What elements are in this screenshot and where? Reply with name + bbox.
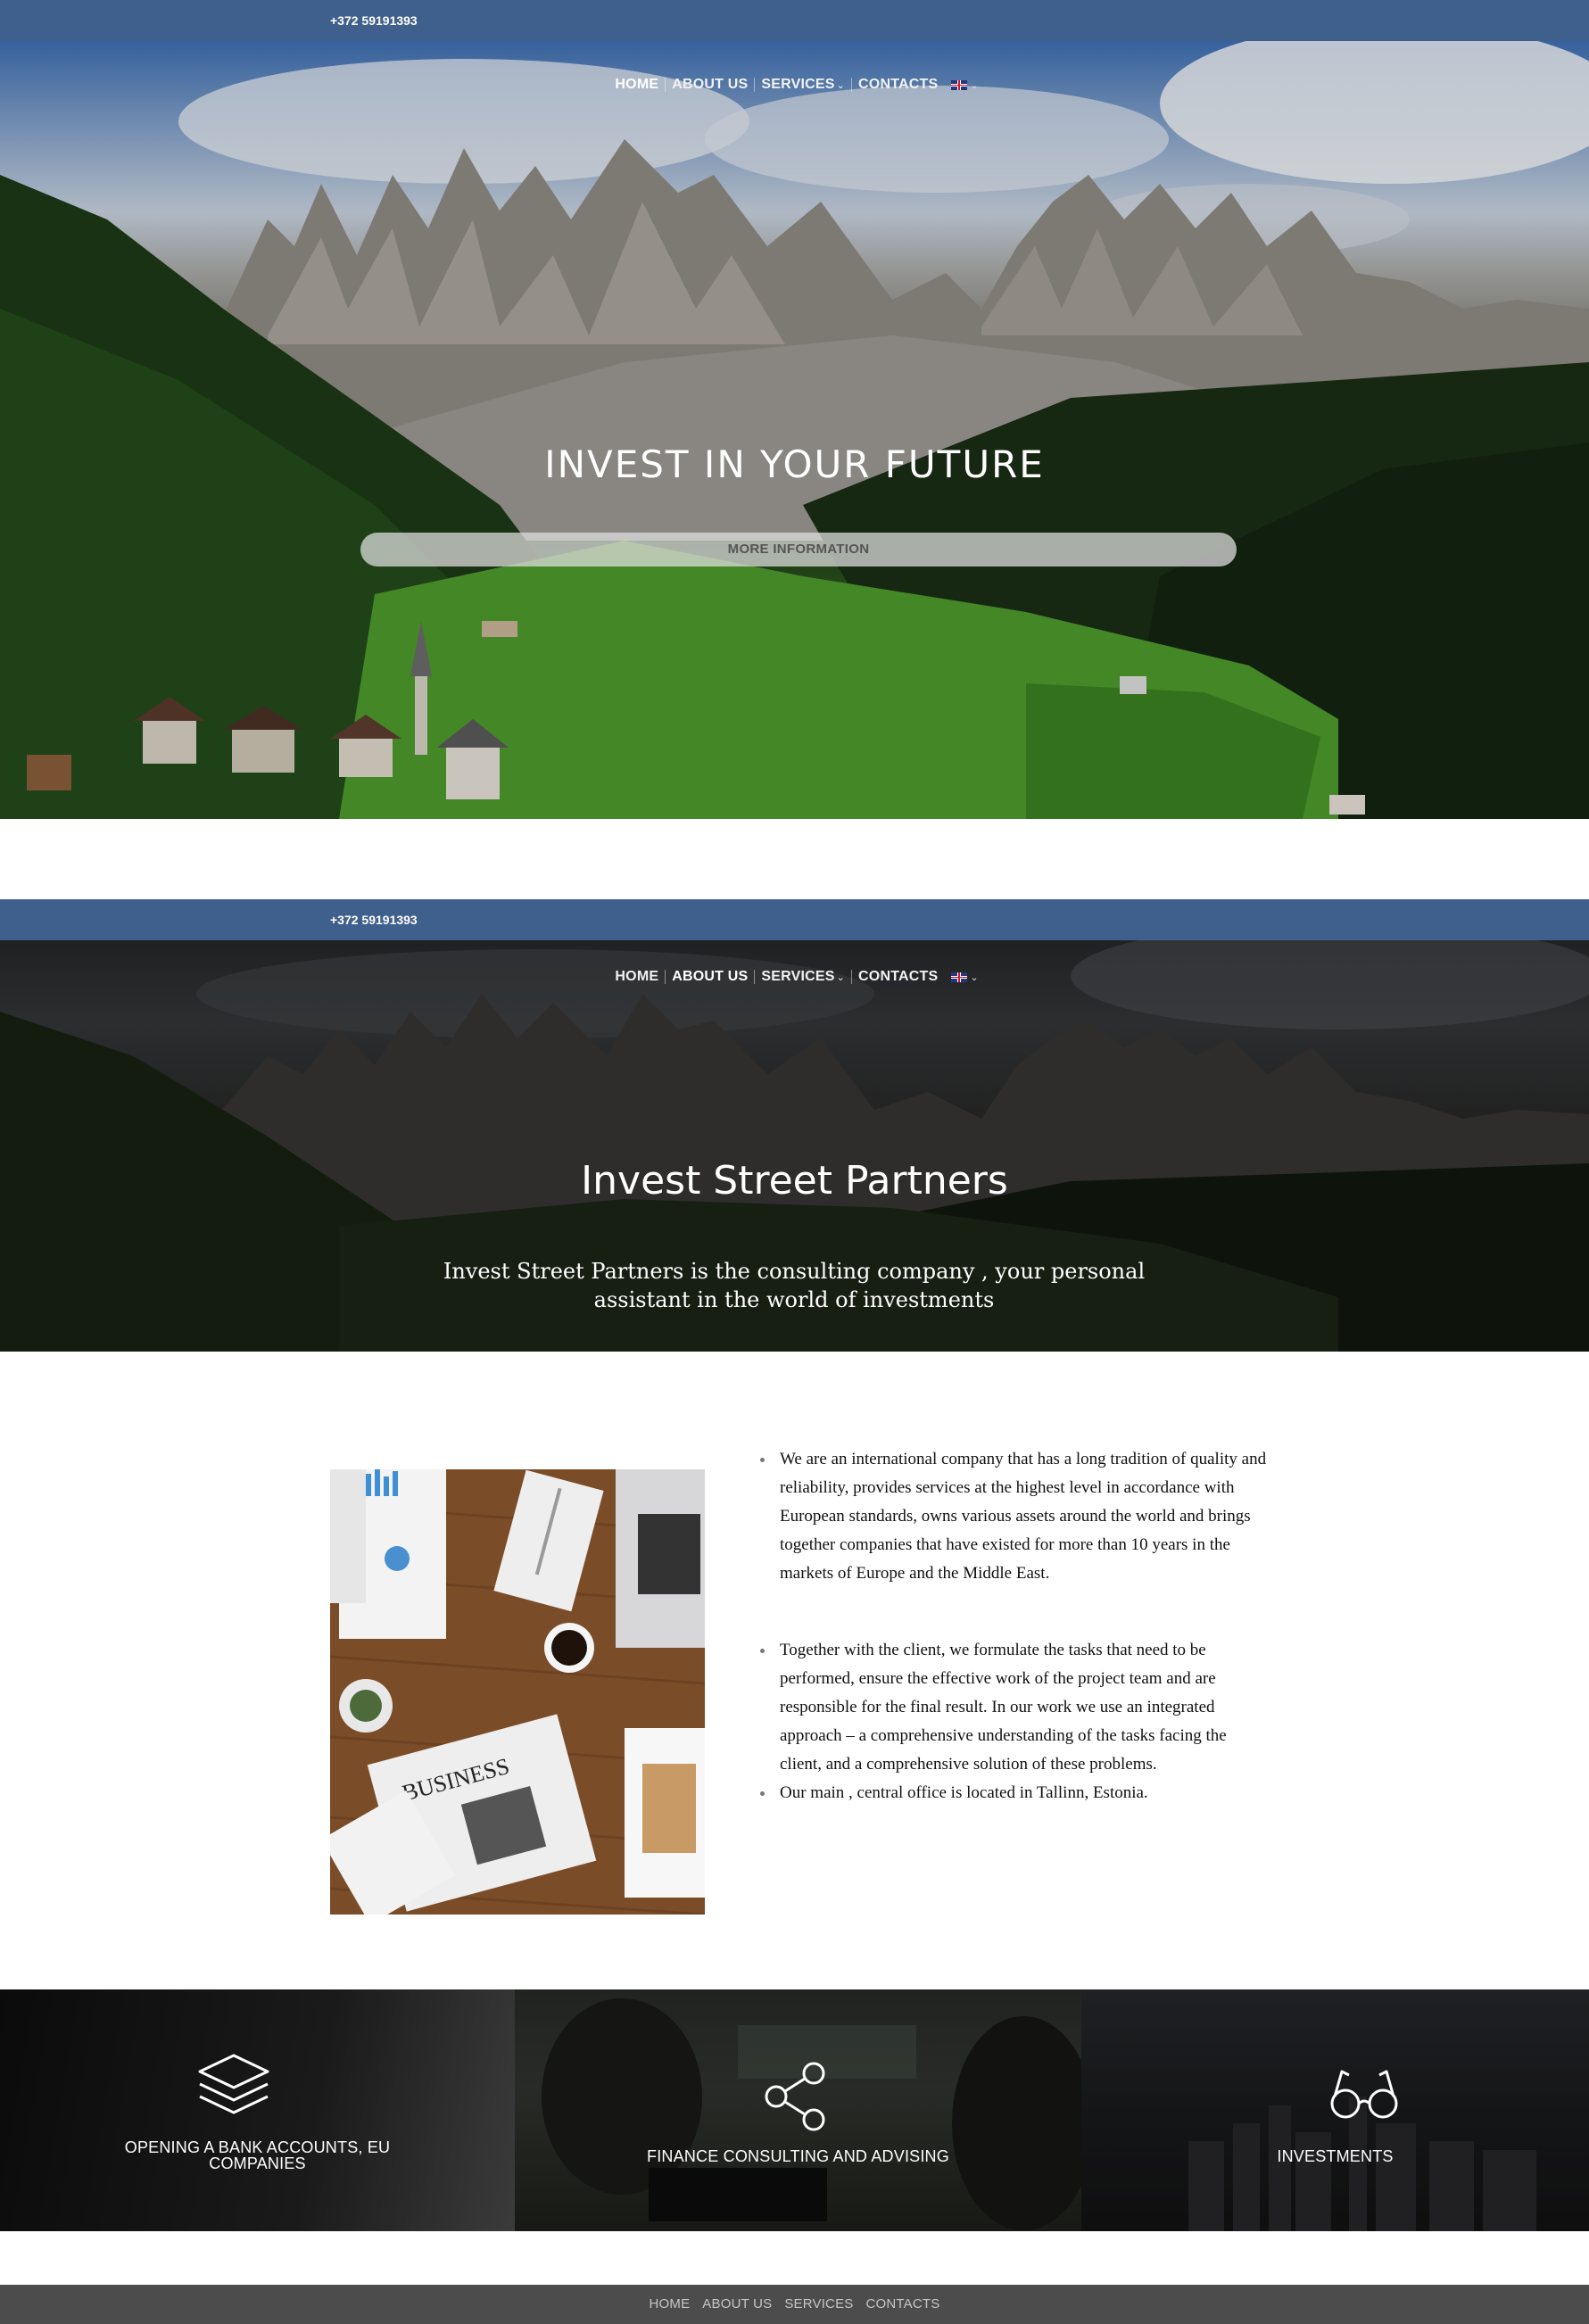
- main-nav: HOME ABOUT US SERVICES ⌄ CONTACTS ⌄: [0, 77, 1589, 103]
- chevron-down-icon: ⌄: [836, 80, 846, 91]
- nav-contacts[interactable]: CONTACTS: [858, 969, 938, 985]
- nav-services-label: SERVICES: [761, 77, 835, 92]
- company-tagline: Invest Street Partners is the consulting…: [443, 1259, 1146, 1312]
- service-card-bank-accounts[interactable]: OPENING A BANK ACCOUNTS, EU COMPANIES: [0, 1989, 515, 2231]
- nav-divider: [754, 970, 756, 984]
- footer-link-about-us[interactable]: ABOUT US: [702, 2296, 772, 2312]
- chevron-down-icon: ⌄: [836, 972, 846, 983]
- chevron-down-icon[interactable]: ⌄: [970, 972, 978, 983]
- business-desk-photo: BUSINESS: [330, 1469, 705, 1915]
- glasses-icon: [1330, 2070, 1398, 2119]
- uk-flag-icon[interactable]: [951, 79, 968, 90]
- nav-services[interactable]: SERVICES ⌄: [761, 969, 845, 985]
- nav-divider: [665, 970, 666, 984]
- company-title: Invest Street Partners: [581, 1158, 1008, 1203]
- service-label: INVESTMENTS: [1277, 2147, 1394, 2165]
- nav-about-us[interactable]: ABOUT US: [672, 969, 748, 985]
- footer-link-home[interactable]: HOME: [649, 2296, 690, 2312]
- service-label: FINANCE CONSULTING AND ADVISING: [647, 2147, 949, 2165]
- about-paragraph: We are an international company that has…: [758, 1445, 1271, 1588]
- footer-link-contacts[interactable]: CONTACTS: [866, 2296, 940, 2312]
- footer-link-services[interactable]: SERVICES: [784, 2296, 853, 2312]
- about-hero-banner: HOME ABOUT US SERVICES ⌄ CONTACTS ⌄ Invest St…: [0, 940, 1589, 1352]
- nav-home[interactable]: HOME: [615, 969, 658, 985]
- mountain-landscape-image: [0, 41, 1589, 819]
- hero-title: INVEST IN YOUR FUTURE: [544, 442, 1045, 486]
- nav-divider: [665, 78, 666, 92]
- nav-home[interactable]: HOME: [615, 77, 658, 93]
- nav-divider: [851, 970, 853, 984]
- phone-number[interactable]: +372 59191393: [330, 899, 418, 940]
- service-label: OPENING A BANK ACCOUNTS, EU COMPANIES: [124, 2138, 391, 2172]
- nav-contacts[interactable]: CONTACTS: [858, 77, 938, 93]
- nav-divider: [851, 78, 853, 92]
- footer-nav: HOME ABOUT US SERVICES CONTACTS: [0, 2285, 1589, 2324]
- top-contact-bar: +372 59191393: [0, 0, 1589, 41]
- share-nodes-icon: [765, 2062, 825, 2131]
- service-card-investments[interactable]: INVESTMENTS: [1081, 1989, 1589, 2231]
- nav-divider: [754, 78, 756, 92]
- more-information-button[interactable]: MORE INFORMATION: [360, 533, 1237, 567]
- main-nav: HOME ABOUT US SERVICES ⌄ CONTACTS ⌄: [0, 969, 1589, 996]
- about-description-list: We are an international company that has…: [758, 1445, 1271, 1807]
- service-card-finance-consulting[interactable]: FINANCE CONSULTING AND ADVISING: [515, 1989, 1081, 2231]
- about-paragraph: Our main , central office is located in …: [758, 1779, 1271, 1807]
- uk-flag-icon[interactable]: [951, 972, 968, 982]
- chevron-down-icon[interactable]: ⌄: [970, 80, 978, 91]
- services-strip: OPENING A BANK ACCOUNTS, EU COMPANIES FI…: [0, 1989, 1589, 2231]
- phone-number[interactable]: +372 59191393: [330, 0, 418, 41]
- about-paragraph: Together with the client, we formulate t…: [758, 1636, 1271, 1779]
- nav-services-label: SERVICES: [761, 969, 835, 984]
- nav-about-us[interactable]: ABOUT US: [672, 77, 748, 93]
- top-contact-bar: +372 59191393: [0, 899, 1589, 940]
- layers-icon: [198, 2054, 269, 2114]
- nav-services[interactable]: SERVICES ⌄: [761, 77, 845, 93]
- hero-banner: HOME ABOUT US SERVICES ⌄ CONTACTS ⌄ INVEST IN…: [0, 41, 1589, 819]
